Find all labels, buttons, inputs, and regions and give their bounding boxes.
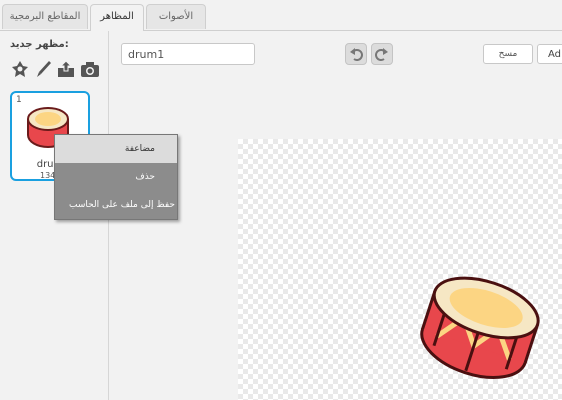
menu-item-save-to-file[interactable]: حفظ إلى ملف على الحاسب (55, 191, 177, 219)
tab-bar: المقاطع البرمجية المظاهر الأصوات (0, 0, 562, 31)
clear-button[interactable]: مسح (483, 44, 533, 64)
camera-icon[interactable] (80, 59, 100, 79)
drawing-canvas[interactable] (238, 139, 562, 400)
drum-costume-image (420, 276, 540, 379)
tab-costumes[interactable]: المظاهر (90, 4, 144, 31)
menu-item-delete[interactable]: حذف (55, 163, 177, 191)
undo-button[interactable] (345, 43, 367, 65)
costume-name-input[interactable] (121, 43, 255, 65)
costume-context-menu: مضاعفة حذف حفظ إلى ملف على الحاسب (54, 134, 178, 220)
undo-icon (350, 48, 363, 61)
redo-icon (375, 48, 388, 61)
upload-icon[interactable] (56, 59, 76, 79)
new-costume-label: مظهر جديد: (10, 39, 69, 50)
tab-scripts[interactable]: المقاطع البرمجية (2, 4, 88, 29)
redo-button[interactable] (371, 43, 393, 65)
menu-item-duplicate[interactable]: مضاعفة (55, 135, 177, 163)
choose-from-library-icon[interactable] (10, 59, 30, 79)
add-button[interactable]: Ad (537, 44, 562, 64)
costume-number: 1 (16, 95, 22, 105)
tab-sounds[interactable]: الأصوات (146, 4, 206, 29)
paint-brush-icon[interactable] (34, 59, 54, 79)
